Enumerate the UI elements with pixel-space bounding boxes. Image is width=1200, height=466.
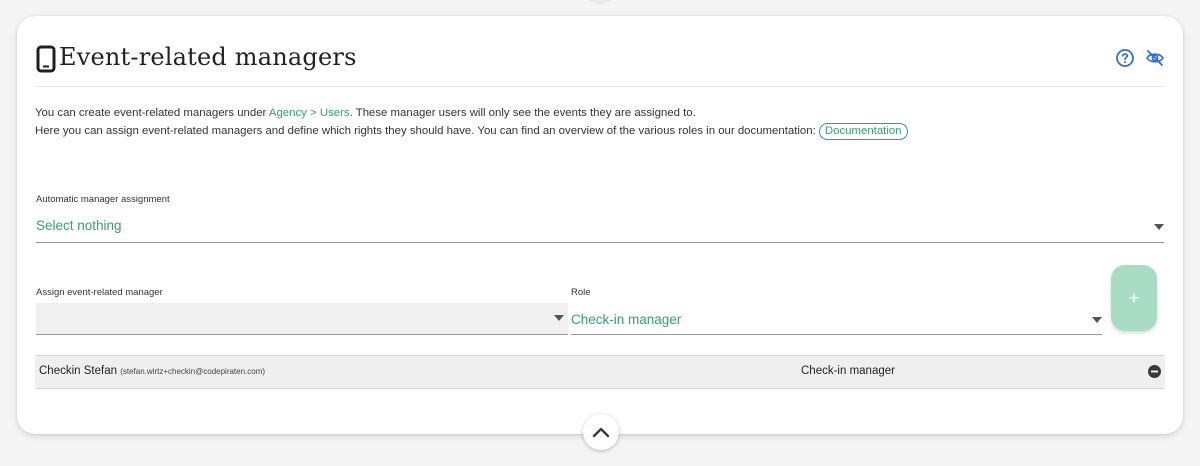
chevron-down-icon xyxy=(1154,224,1164,230)
mobile-phone-icon xyxy=(36,45,56,73)
role-label: Role xyxy=(571,287,591,298)
event-managers-card: Event-related managers You can create ev… xyxy=(17,16,1183,434)
collapse-button[interactable] xyxy=(583,414,619,450)
assign-manager-select[interactable] xyxy=(36,303,568,335)
automatic-assignment-label: Automatic manager assignment xyxy=(36,194,170,205)
intro-line-2: Here you can assign event-related manage… xyxy=(35,122,1135,140)
add-manager-button[interactable]: + xyxy=(1111,265,1157,331)
intro-line-1: You can create event-related managers un… xyxy=(35,107,696,119)
table-row: Checkin Stefan (stefan.wirtz+checkin@cod… xyxy=(35,355,1165,389)
manager-email: (stefan.wirtz+checkin@codepiraten.com) xyxy=(120,367,266,376)
automatic-assignment-select[interactable]: Select nothing xyxy=(36,214,1164,243)
agency-users-link[interactable]: Agency > Users xyxy=(269,107,350,119)
chevron-down-icon xyxy=(1092,317,1102,323)
header-tools xyxy=(1115,48,1165,68)
role-value: Check-in manager xyxy=(571,312,682,327)
card-header: Event-related managers xyxy=(35,42,1165,87)
chevron-up-icon xyxy=(592,427,610,438)
eye-off-icon[interactable] xyxy=(1145,48,1165,68)
manager-name-cell: Checkin Stefan (stefan.wirtz+checkin@cod… xyxy=(39,365,265,377)
top-nub xyxy=(586,0,614,4)
chevron-down-icon xyxy=(554,315,564,321)
manager-name: Checkin Stefan xyxy=(39,365,117,377)
intro-text: You can create event-related managers un… xyxy=(35,104,1135,140)
assign-manager-label: Assign event-related manager xyxy=(36,287,163,298)
documentation-link[interactable]: Documentation xyxy=(818,123,908,140)
manager-role: Check-in manager xyxy=(801,365,895,377)
page-title: Event-related managers xyxy=(59,43,357,71)
automatic-assignment-value: Select nothing xyxy=(36,218,122,233)
role-select[interactable]: Check-in manager xyxy=(571,306,1102,335)
help-circle-icon[interactable] xyxy=(1115,48,1135,68)
remove-circle-icon[interactable] xyxy=(1148,365,1161,378)
